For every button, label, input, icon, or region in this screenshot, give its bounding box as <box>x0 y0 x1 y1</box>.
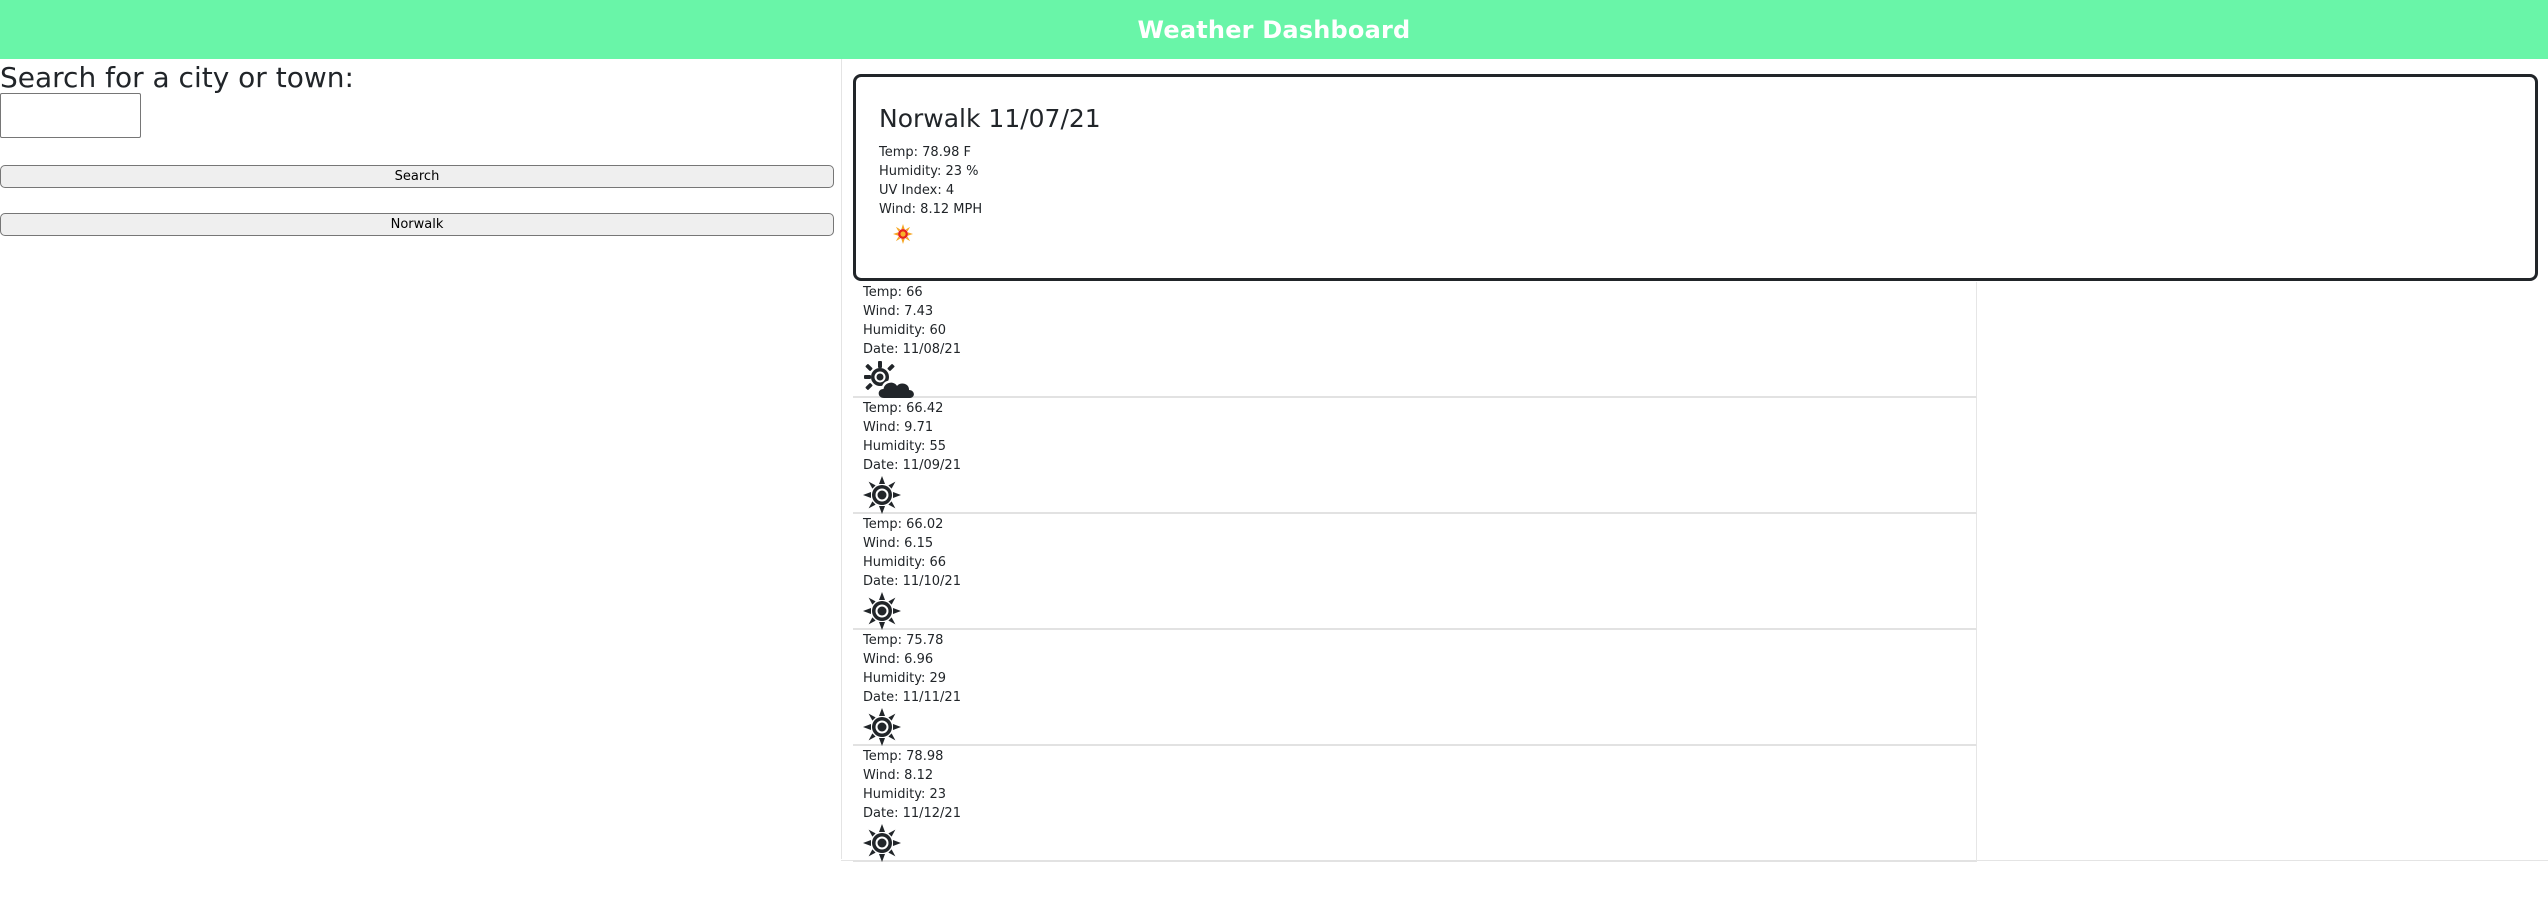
forecast-date: Date: 11/08/21 <box>863 342 961 357</box>
forecast-temp: Temp: 75.78 <box>863 633 944 648</box>
forecast-wind: Wind: 9.71 <box>863 420 934 435</box>
forecast-card: Temp: 78.98 Wind: 8.12 Humidity: 23 Date… <box>853 746 1977 862</box>
current-city-date: Norwalk 11/07/21 <box>879 104 1101 133</box>
forecast-wind: Wind: 6.96 <box>863 652 934 667</box>
forecast-humidity: Humidity: 55 <box>863 439 947 454</box>
current-temp: Temp: 78.98 F <box>879 145 971 160</box>
forecast-temp: Temp: 66.02 <box>863 517 944 532</box>
city-search-input[interactable] <box>0 93 141 138</box>
history-city-button[interactable]: Norwalk <box>0 213 834 236</box>
forecast-wind: Wind: 7.43 <box>863 304 934 319</box>
sun-icon <box>863 708 901 746</box>
sun-icon <box>893 224 913 244</box>
sun-icon <box>863 592 901 630</box>
current-humidity: Humidity: 23 % <box>879 164 979 179</box>
forecast-humidity: Humidity: 60 <box>863 323 947 338</box>
forecast-humidity: Humidity: 29 <box>863 671 947 686</box>
partly-cloudy-icon <box>864 361 914 398</box>
sun-icon <box>863 476 901 514</box>
search-panel: Search for a city or town: Search Norwal… <box>0 59 840 859</box>
app-header: Weather Dashboard <box>0 0 2548 59</box>
search-button[interactable]: Search <box>0 165 834 188</box>
forecast-wind: Wind: 8.12 <box>863 768 934 783</box>
forecast-date: Date: 11/12/21 <box>863 806 961 821</box>
forecast-temp: Temp: 78.98 <box>863 749 944 764</box>
forecast-humidity: Humidity: 66 <box>863 555 947 570</box>
forecast-card: Temp: 75.78 Wind: 6.96 Humidity: 29 Date… <box>853 630 1977 746</box>
forecast-card: Temp: 66 Wind: 7.43 Humidity: 60 Date: 1… <box>853 282 1977 398</box>
current-stats: Temp: 78.98 F Humidity: 23 % UV Index: 4… <box>879 143 982 219</box>
page-title: Weather Dashboard <box>1137 15 1411 44</box>
forecast-temp: Temp: 66 <box>863 285 923 300</box>
current-weather-card: Norwalk 11/07/21 Temp: 78.98 F Humidity:… <box>853 74 2538 281</box>
column-divider <box>841 59 842 859</box>
forecast-card: Temp: 66.42 Wind: 9.71 Humidity: 55 Date… <box>853 398 1977 514</box>
forecast-temp: Temp: 66.42 <box>863 401 944 416</box>
current-wind: Wind: 8.12 MPH <box>879 202 983 217</box>
forecast-date: Date: 11/10/21 <box>863 574 961 589</box>
forecast-date: Date: 11/09/21 <box>863 458 961 473</box>
search-heading: Search for a city or town: <box>0 61 354 94</box>
forecast-humidity: Humidity: 23 <box>863 787 947 802</box>
current-uv-index: UV Index: 4 <box>879 183 955 198</box>
forecast-date: Date: 11/11/21 <box>863 690 961 705</box>
forecast-list: Temp: 66 Wind: 7.43 Humidity: 60 Date: 1… <box>853 282 1977 862</box>
forecast-card: Temp: 66.02 Wind: 6.15 Humidity: 66 Date… <box>853 514 1977 630</box>
sun-icon <box>863 824 901 862</box>
forecast-wind: Wind: 6.15 <box>863 536 934 551</box>
